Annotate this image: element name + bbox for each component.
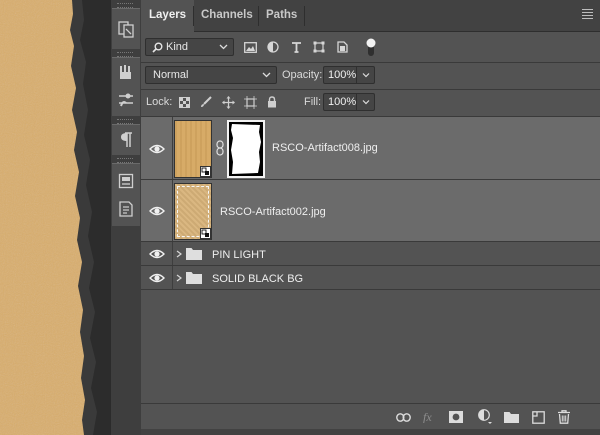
filter-row: Kind [141,32,600,62]
chevron-down-icon [362,73,369,78]
layer-row[interactable]: RSCO-Artifact002.jpg [141,180,600,242]
panel-bottom-edge [141,429,600,435]
layer-group-row[interactable]: SOLID BLACK BG [141,266,600,290]
opacity-field[interactable]: 100% [323,66,375,84]
layers-action-bar: fx [141,403,600,430]
paragraph-icon[interactable] [112,128,140,152]
opacity-slider-toggle[interactable] [356,67,374,83]
new-layer-icon[interactable] [530,409,546,425]
svg-text:fx: fx [423,411,432,423]
divider [172,117,173,179]
filter-kind-dropdown[interactable]: Kind [145,38,234,56]
toolgroup-1 [112,8,140,49]
opacity-label: Opacity: [282,69,323,81]
lock-position-icon[interactable] [221,95,235,109]
group-name[interactable]: PIN LIGHT [212,249,266,261]
blend-mode-dropdown[interactable]: Normal [145,66,277,84]
opacity-value: 100% [328,69,357,81]
filter-kind-label: Kind [166,41,189,53]
filter-adjustment-layer-icon[interactable] [265,39,281,55]
folder-icon [186,272,202,284]
visibility-eye-icon[interactable] [149,248,165,260]
divider [172,266,173,289]
layer-name[interactable]: RSCO-Artifact002.jpg [220,206,326,218]
brush-presets-icon[interactable] [112,60,140,84]
visibility-eye-icon[interactable] [149,143,165,155]
panel-menu-icon[interactable] [582,9,593,21]
lock-row: Lock: Fill: 100% [141,90,600,116]
filter-pixel-layer-icon[interactable] [242,39,258,55]
chevron-down-icon [219,44,228,50]
fill-slider-toggle[interactable] [356,94,374,110]
filter-type-layer-icon[interactable] [288,39,304,55]
filter-smart-object-icon[interactable] [334,39,350,55]
fill-field[interactable]: 100% [323,93,375,111]
lock-label: Lock: [146,96,173,108]
new-group-icon[interactable] [503,409,519,425]
mask-link-icon[interactable] [216,140,224,156]
blend-row: Normal Opacity: 100% [141,63,600,89]
chevron-right-icon[interactable] [176,274,182,282]
paragraph-styles-icon[interactable] [112,197,140,221]
lock-all-icon[interactable] [265,94,279,109]
layer-group-row[interactable]: PIN LIGHT [141,242,600,266]
smart-object-badge-icon [200,166,211,177]
lock-transparency-icon[interactable] [177,95,191,109]
fx-icon[interactable]: fx [422,409,438,425]
folder-icon [186,248,202,260]
divider [172,180,173,241]
add-mask-icon[interactable] [448,409,464,425]
visibility-eye-icon[interactable] [149,205,165,217]
chevron-right-icon[interactable] [176,250,182,258]
lock-artboard-icon[interactable] [243,95,257,109]
document-canvas[interactable] [0,0,110,435]
fill-label: Fill: [304,96,322,108]
toolgroup-2 [112,57,140,116]
tab-divider [304,6,305,26]
search-icon [152,42,163,53]
tab-paths[interactable]: Paths [258,0,305,31]
character-styles-icon[interactable] [112,169,140,193]
tab-channels[interactable]: Channels [193,0,261,31]
layer-thumbnail[interactable] [174,183,212,240]
layers-panel: Layers Channels Paths Kind Normal Opacit… [141,0,600,435]
adjustment-layer-icon[interactable] [477,409,493,425]
layer-mask-thumbnail[interactable] [227,120,265,178]
history-brush-icon[interactable] [112,17,140,41]
brush-settings-icon[interactable] [112,88,140,112]
fill-value: 100% [328,96,357,108]
link-layers-icon[interactable] [395,409,411,425]
panel-tabs: Layers Channels Paths [141,0,600,32]
layer-name[interactable]: RSCO-Artifact008.jpg [272,142,378,154]
toolgroup-4 [112,163,140,226]
smart-object-badge-icon [200,228,211,239]
layer-row[interactable]: RSCO-Artifact008.jpg [141,117,600,180]
chevron-down-icon [262,72,271,78]
toolgroup-3 [112,124,140,155]
panel-toolstrip [110,0,142,435]
blend-mode-value: Normal [153,69,189,81]
tab-layers[interactable]: Layers [141,0,195,32]
group-name[interactable]: SOLID BLACK BG [212,273,303,285]
filter-toggle-switch[interactable] [365,37,377,57]
visibility-eye-icon[interactable] [149,272,165,284]
filter-shape-layer-icon[interactable] [311,39,327,55]
lock-image-pixels-icon[interactable] [199,95,213,109]
trash-icon[interactable] [556,409,572,425]
layer-thumbnail[interactable] [174,120,212,178]
divider [172,242,173,265]
chevron-down-icon [362,100,369,105]
